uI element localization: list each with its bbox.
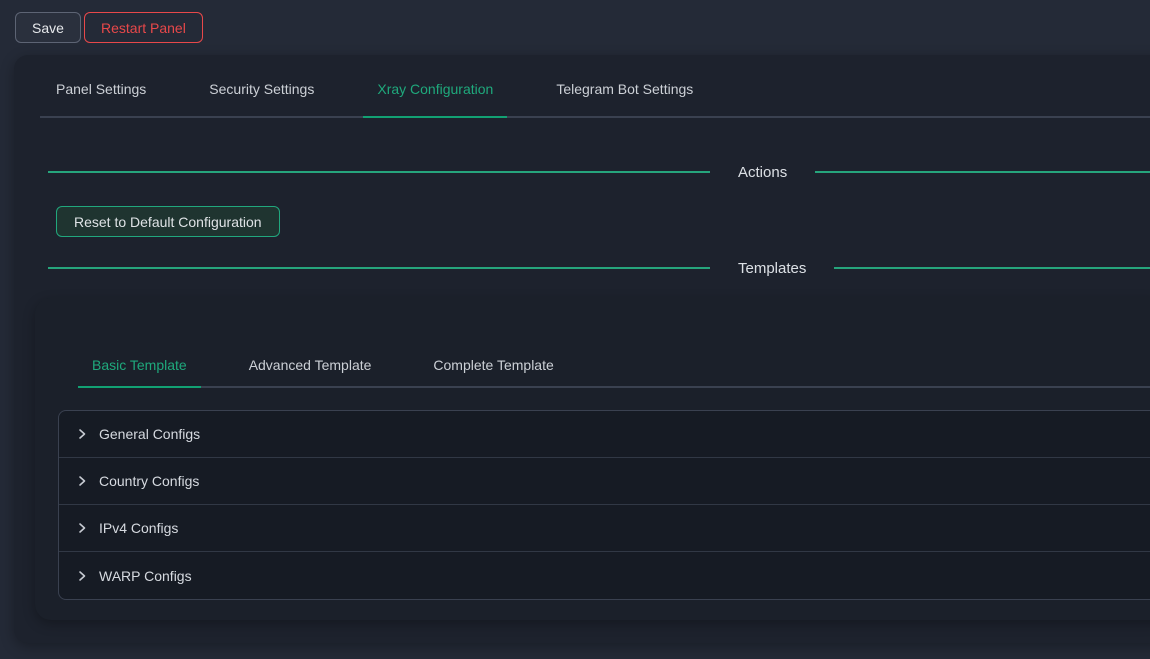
tab-xray-configuration[interactable]: Xray Configuration: [377, 81, 493, 116]
tab-complete-template[interactable]: Complete Template: [433, 357, 553, 386]
tab-advanced-template[interactable]: Advanced Template: [249, 357, 372, 386]
chevron-right-icon: [76, 570, 88, 582]
save-button[interactable]: Save: [15, 12, 81, 43]
collapse-header-warp-configs[interactable]: WARP Configs: [59, 552, 1150, 599]
collapse-header-general-configs[interactable]: General Configs: [59, 411, 1150, 458]
collapse-header-ipv4-configs[interactable]: IPv4 Configs: [59, 505, 1150, 552]
collapse-header-label: WARP Configs: [99, 568, 192, 584]
actions-divider: Actions: [48, 160, 1150, 184]
chevron-right-icon: [76, 428, 88, 440]
templates-divider: Templates: [48, 256, 1150, 280]
tab-panel-settings[interactable]: Panel Settings: [56, 81, 146, 116]
templates-card: Basic Template Advanced Template Complet…: [35, 298, 1150, 620]
restart-panel-button[interactable]: Restart Panel: [84, 12, 203, 43]
chevron-right-icon: [76, 475, 88, 487]
templates-divider-title: Templates: [738, 260, 806, 277]
tab-security-settings[interactable]: Security Settings: [209, 81, 314, 116]
tab-telegram-bot-settings[interactable]: Telegram Bot Settings: [556, 81, 693, 116]
divider-line: [815, 171, 1150, 173]
reset-default-configuration-button[interactable]: Reset to Default Configuration: [56, 206, 280, 237]
chevron-right-icon: [76, 522, 88, 534]
divider-line: [834, 267, 1150, 269]
collapse-header-label: IPv4 Configs: [99, 520, 178, 536]
collapse-header-country-configs[interactable]: Country Configs: [59, 458, 1150, 505]
collapse-header-label: Country Configs: [99, 473, 199, 489]
collapse-header-label: General Configs: [99, 426, 200, 442]
settings-card: Panel Settings Security Settings Xray Co…: [14, 55, 1150, 643]
settings-tab-bar: Panel Settings Security Settings Xray Co…: [40, 55, 1150, 118]
template-config-collapse: General Configs Country Configs IPv4 Con…: [58, 410, 1150, 600]
tab-basic-template[interactable]: Basic Template: [92, 357, 187, 386]
divider-line: [48, 171, 710, 173]
templates-tab-bar: Basic Template Advanced Template Complet…: [78, 298, 1150, 388]
app-window: Save Restart Panel Panel Settings Securi…: [0, 0, 1150, 659]
actions-divider-title: Actions: [738, 164, 787, 181]
divider-line: [48, 267, 710, 269]
